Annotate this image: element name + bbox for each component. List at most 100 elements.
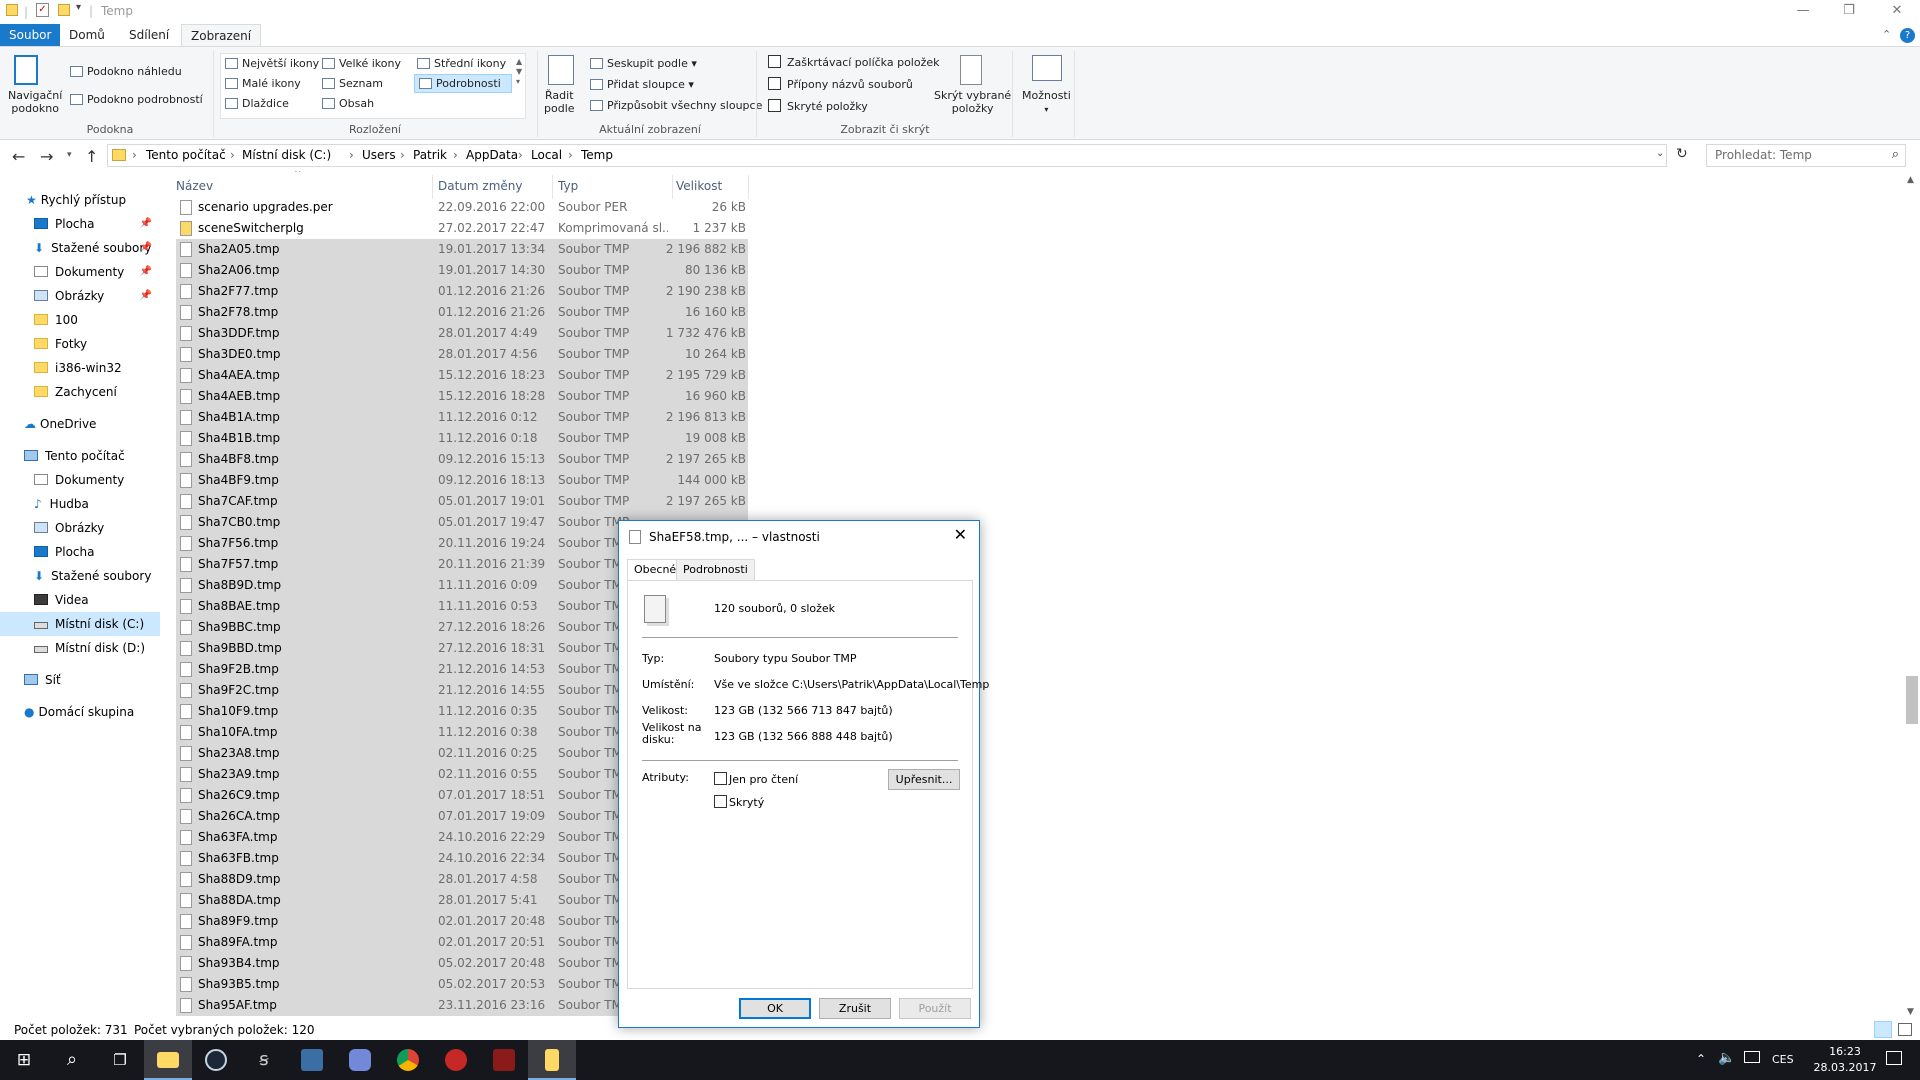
scroll-down-icon[interactable]: ▼ xyxy=(1907,1007,1914,1017)
file-name[interactable]: Sha8BAE.tmp xyxy=(198,596,280,616)
address-dropdown-icon[interactable]: ⌄ xyxy=(1656,148,1664,159)
scroll-up-icon[interactable]: ▲ xyxy=(1907,175,1914,185)
file-name[interactable]: Sha9BBD.tmp xyxy=(198,638,282,658)
maximize-button[interactable]: ❐ xyxy=(1826,0,1872,24)
breadcrumb-local[interactable]: Local xyxy=(531,148,562,162)
language-indicator[interactable]: CES xyxy=(1772,1053,1794,1066)
file-name[interactable]: Sha10F9.tmp xyxy=(198,701,278,721)
start-button[interactable]: ⊞ xyxy=(0,1040,48,1080)
minimize-button[interactable]: — xyxy=(1780,0,1826,24)
file-name[interactable]: Sha2F77.tmp xyxy=(198,281,278,301)
nav-item-zachyceni[interactable]: Zachycení xyxy=(0,380,160,404)
hide-selected-icon[interactable] xyxy=(960,55,982,85)
hidden-items-toggle[interactable]: Skryté položky xyxy=(768,99,868,113)
nav-pc-documents[interactable]: Dokumenty xyxy=(0,468,160,492)
properties-icon[interactable]: ✓ xyxy=(36,3,49,17)
readonly-checkbox[interactable]: Jen pro čtení xyxy=(714,772,798,786)
file-name[interactable]: Sha2A06.tmp xyxy=(198,260,280,280)
breadcrumb-sep-icon[interactable]: › xyxy=(453,148,458,162)
layout-small-icons[interactable]: Malé ikony xyxy=(225,77,301,90)
table-row[interactable]: Sha4BF9.tmp 09.12.2016 18:13 Soubor TMP 144… xyxy=(176,470,748,491)
table-row[interactable]: Sha3DE0.tmp 28.01.2017 4:56 Soubor TMP 10 2… xyxy=(176,344,748,365)
file-name[interactable]: Sha10FA.tmp xyxy=(198,722,277,742)
breadcrumb-sep-icon[interactable]: › xyxy=(132,148,137,162)
taskbar-discord[interactable] xyxy=(336,1040,384,1080)
nav-pc-desktop[interactable]: Plocha xyxy=(0,540,160,564)
search-button[interactable]: ⌕ xyxy=(48,1040,96,1080)
column-divider[interactable] xyxy=(432,175,433,199)
file-name[interactable]: Sha2A05.tmp xyxy=(198,239,280,259)
file-name[interactable]: Sha23A9.tmp xyxy=(198,764,280,784)
up-button[interactable]: ↑ xyxy=(85,147,98,166)
hidden-checkbox[interactable]: Skrytý xyxy=(714,795,764,809)
file-name[interactable]: Sha63FB.tmp xyxy=(198,848,279,868)
column-header-name[interactable]: Název xyxy=(176,179,213,193)
breadcrumb-local-disk[interactable]: Místní disk (C:) xyxy=(242,148,331,162)
nav-pc-disk-d[interactable]: Místní disk (D:) xyxy=(0,636,160,660)
clock[interactable]: 16:23 28.03.2017 xyxy=(1810,1044,1880,1076)
tab-details[interactable]: Podrobnosti xyxy=(676,559,755,581)
recent-locations-icon[interactable]: ▾ xyxy=(67,150,72,160)
tab-file[interactable]: Soubor xyxy=(0,24,61,47)
search-icon[interactable]: ⌕ xyxy=(1892,147,1899,162)
table-row[interactable]: Sha4AEA.tmp 15.12.2016 18:23 Soubor TMP 2 1… xyxy=(176,365,748,386)
column-divider[interactable] xyxy=(672,175,673,199)
nav-item-downloads[interactable]: ⬇ Stažené soubory 📌 xyxy=(0,236,160,260)
sort-by-button[interactable]: Řadit podle xyxy=(544,89,575,115)
file-name[interactable]: Sha7CB0.tmp xyxy=(198,512,280,532)
nav-pc-downloads[interactable]: ⬇ Stažené soubory xyxy=(0,564,160,588)
tray-overflow-icon[interactable]: ⌃ xyxy=(1696,1052,1706,1066)
navigation-pane-icon[interactable] xyxy=(14,55,38,85)
vertical-scrollbar[interactable]: ▲ ▼ xyxy=(1904,171,1920,1020)
search-input[interactable]: Prohledat: Temp ⌕ xyxy=(1706,144,1906,167)
nav-pc-pictures[interactable]: Obrázky xyxy=(0,516,160,540)
nav-quick-access[interactable]: ★ Rychlý přístup xyxy=(0,188,160,212)
details-pane-button[interactable]: Podokno podrobností xyxy=(70,93,203,106)
column-header-type[interactable]: Typ xyxy=(558,179,578,193)
file-name[interactable]: Sha8B9D.tmp xyxy=(198,575,281,595)
address-field[interactable]: › Tento počítač › Místní disk (C:) › Use… xyxy=(107,144,1667,167)
breadcrumb-sep-icon[interactable]: › xyxy=(518,148,523,162)
table-row[interactable]: Sha2F77.tmp 01.12.2016 21:26 Soubor TMP 2 1… xyxy=(176,281,748,302)
layout-tiles[interactable]: Dlaždice xyxy=(225,97,289,110)
cancel-button[interactable]: Zrušit xyxy=(819,998,891,1019)
preview-pane-button[interactable]: Podokno náhledu xyxy=(70,65,182,78)
tab-general[interactable]: Obecné xyxy=(627,559,684,582)
taskbar-file-explorer[interactable] xyxy=(144,1040,192,1080)
layout-details[interactable]: Podrobnosti xyxy=(414,74,512,93)
dialog-close-button[interactable]: ✕ xyxy=(954,525,967,544)
file-name[interactable]: Sha9BBC.tmp xyxy=(198,617,281,637)
help-icon[interactable]: ? xyxy=(1900,28,1915,43)
file-name[interactable]: Sha93B5.tmp xyxy=(198,974,280,994)
table-row[interactable]: Sha4AEB.tmp 15.12.2016 18:28 Soubor TMP 16 … xyxy=(176,386,748,407)
taskbar-photoshop[interactable] xyxy=(288,1040,336,1080)
file-name[interactable]: Sha4BF8.tmp xyxy=(198,449,279,469)
table-row[interactable]: Sha4BF8.tmp 09.12.2016 15:13 Soubor TMP 2 1… xyxy=(176,449,748,470)
file-name[interactable]: Sha89F9.tmp xyxy=(198,911,278,931)
task-view-button[interactable]: ❐ xyxy=(96,1040,144,1080)
file-name[interactable]: Sha4B1A.tmp xyxy=(198,407,280,427)
taskbar-dota[interactable] xyxy=(480,1040,528,1080)
file-name[interactable]: Sha7F57.tmp xyxy=(198,554,278,574)
file-name[interactable]: Sha4AEB.tmp xyxy=(198,386,280,406)
table-row[interactable]: Sha2A06.tmp 19.01.2017 14:30 Soubor TMP 80 … xyxy=(176,260,748,281)
file-name[interactable]: Sha88DA.tmp xyxy=(198,890,281,910)
nav-item-pictures[interactable]: Obrázky 📌 xyxy=(0,284,160,308)
checkbox[interactable] xyxy=(714,795,727,808)
checkbox[interactable] xyxy=(768,99,781,112)
layout-extra-large-icons[interactable]: Největší ikony xyxy=(225,57,319,70)
breadcrumb-sep-icon[interactable]: › xyxy=(349,148,354,162)
layout-content[interactable]: Obsah xyxy=(322,97,374,110)
breadcrumb-this-pc[interactable]: Tento počítač xyxy=(146,148,226,162)
nav-pc-music[interactable]: ♪ Hudba xyxy=(0,492,160,516)
column-header-size[interactable]: Velikost xyxy=(676,179,722,193)
checkbox[interactable] xyxy=(768,77,781,90)
file-name[interactable]: Sha23A8.tmp xyxy=(198,743,280,763)
nav-onedrive[interactable]: ☁ OneDrive xyxy=(0,412,160,436)
nav-pc-disk-c[interactable]: Místní disk (C:) xyxy=(0,612,160,636)
scroll-thumb[interactable] xyxy=(1906,676,1918,724)
table-row[interactable]: Sha7CAF.tmp 05.01.2017 19:01 Soubor TMP 2 1… xyxy=(176,491,748,512)
checkbox[interactable] xyxy=(768,55,781,68)
item-checkboxes-toggle[interactable]: Zaškrtávací políčka položek xyxy=(768,55,940,69)
file-name[interactable]: Sha9F2C.tmp xyxy=(198,680,279,700)
